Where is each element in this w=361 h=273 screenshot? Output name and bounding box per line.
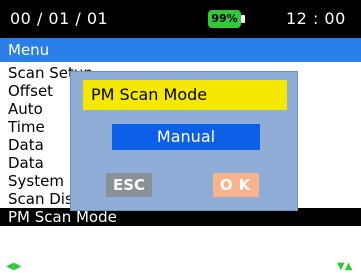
dialog-title: PM Scan Mode <box>83 80 287 110</box>
status-bar: 00 / 01 / 01 99% 12 : 00 <box>0 0 361 38</box>
menu-item-data-2[interactable]: Data <box>8 154 44 172</box>
battery-icon: 99% <box>208 10 246 28</box>
esc-button[interactable]: ESC <box>106 173 152 197</box>
battery-body: 99% <box>208 10 241 28</box>
menu-item-auto[interactable]: Auto <box>8 100 43 118</box>
menu-header: Menu <box>0 38 361 62</box>
menu-item-time[interactable]: Time <box>8 118 45 136</box>
left-right-arrows-icon: ◀▶ <box>6 261 22 272</box>
clock-display: 12 : 00 <box>286 9 346 28</box>
battery-tip <box>241 15 245 23</box>
device-screen: 00 / 01 / 01 99% 12 : 00 Menu Scan Setup… <box>0 0 361 273</box>
menu-title: Menu <box>8 41 50 59</box>
menu-item-data-1[interactable]: Data <box>8 136 44 154</box>
mode-value-selector[interactable]: Manual <box>112 124 260 150</box>
menu-item-offset[interactable]: Offset <box>8 82 53 100</box>
ok-button[interactable]: OK <box>213 173 259 197</box>
date-display: 00 / 01 / 01 <box>10 9 109 28</box>
battery-level: 99% <box>211 12 238 25</box>
up-down-arrows-icon: ▼▲ <box>337 261 353 272</box>
pm-scan-mode-dialog: PM Scan Mode Manual ESC OK <box>70 71 298 211</box>
